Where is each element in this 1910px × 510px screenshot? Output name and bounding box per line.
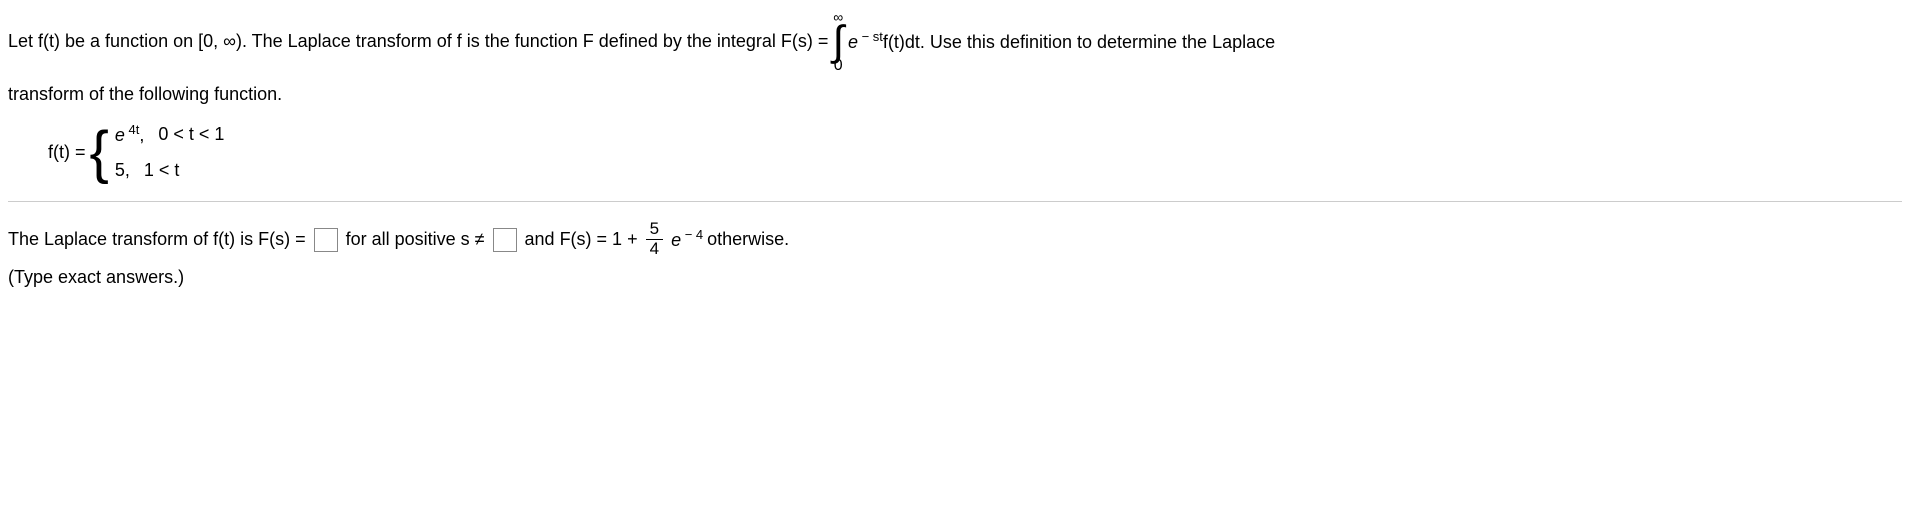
answer-text-4: otherwise. [707,227,789,252]
integral-lower-limit: 0 [834,58,843,74]
row1-comma: , [139,125,144,145]
integrand: e − stf(t)dt. Use this definition to det… [848,28,1275,55]
problem-line-2: transform of the following function. [8,82,1902,107]
piecewise-row-1: e 4t, 0 < t < 1 [115,121,225,148]
piecewise-row-2: 5, 1 < t [115,158,225,183]
answer-text-1: The Laplace transform of f(t) is F(s) = [8,227,306,252]
integral-symbol: ∞ ∫ 0 [832,10,844,74]
answer-note: (Type exact answers.) [8,265,1902,290]
intro-text-before-integral: Let f(t) be a function on [0, ∞). The La… [8,29,828,54]
row2-condition: 1 < t [144,158,180,183]
answer-input-1[interactable] [314,228,338,252]
row1-exponent: 4t [125,122,139,137]
row1-function: e 4t, [115,121,145,148]
answer-text-2: for all positive s ≠ [346,227,485,252]
integral-sign: ∫ [832,22,844,60]
row1-e: e [115,125,125,145]
piecewise-rows: e 4t, 0 < t < 1 5, 1 < t [115,121,225,183]
fraction-numerator: 5 [646,220,663,240]
integrand-e: e [848,32,858,52]
section-divider [8,201,1902,202]
row2-function: 5, [115,158,130,183]
answer-text-3: and F(s) = 1 + [525,227,638,252]
piecewise-lhs: f(t) = [48,140,86,165]
integrand-exponent: − st [858,29,883,44]
left-brace: { [90,128,109,177]
answer-exponent: − 4 [681,227,703,242]
problem-line-1: Let f(t) be a function on [0, ∞). The La… [8,10,1902,74]
problem-statement: Let f(t) be a function on [0, ∞). The La… [8,10,1902,183]
row1-condition: 0 < t < 1 [158,122,224,147]
integrand-rest: f(t)dt. Use this definition to determine… [883,32,1275,52]
fraction-denominator: 4 [646,240,663,259]
answer-exponential: e − 4 [671,226,703,253]
answer-e: e [671,230,681,250]
fraction-5-4: 5 4 [646,220,663,258]
piecewise-function: f(t) = { e 4t, 0 < t < 1 5, 1 < t [48,121,1902,183]
answer-input-2[interactable] [493,228,517,252]
answer-line: The Laplace transform of f(t) is F(s) = … [8,220,1902,258]
